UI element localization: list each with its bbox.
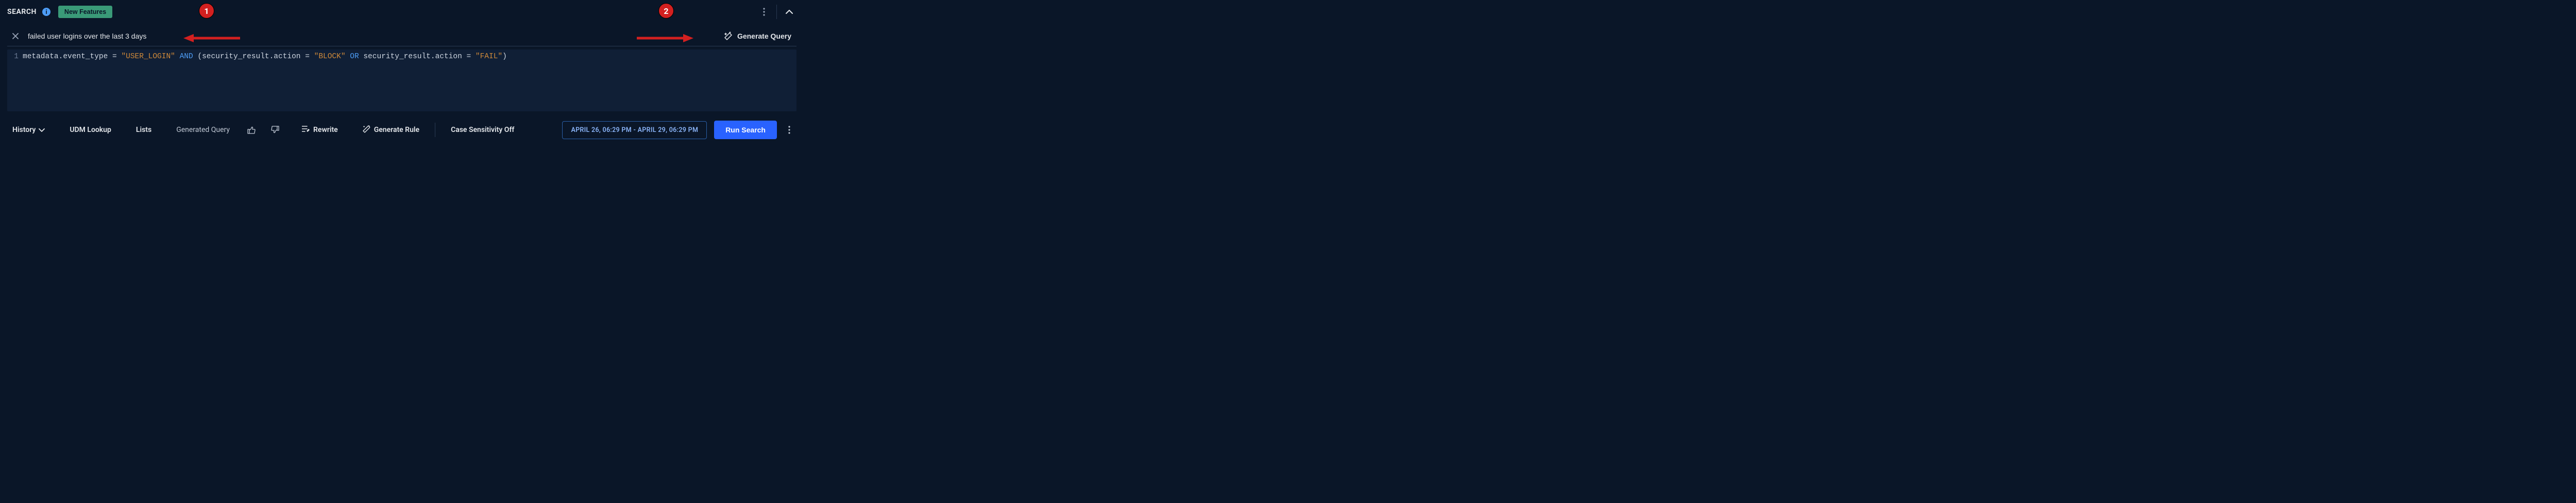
- generate-rule-button[interactable]: Generate Rule: [358, 122, 425, 138]
- collapse-up-icon[interactable]: [782, 5, 796, 19]
- query-editor[interactable]: 1 metadata.event_type = "USER_LOGIN" AND…: [7, 49, 796, 111]
- new-features-button[interactable]: New Features: [58, 6, 112, 18]
- header-row: SEARCH i New Features: [0, 0, 804, 24]
- generate-query-button[interactable]: Generate Query: [719, 28, 796, 44]
- search-panel: SEARCH i New Features Generate Query 1: [0, 0, 804, 150]
- sparkle-wand-icon: [363, 125, 371, 135]
- history-dropdown[interactable]: History: [7, 123, 50, 137]
- natural-language-row: Generate Query: [7, 26, 796, 46]
- run-search-button[interactable]: Run Search: [714, 121, 777, 139]
- svg-text:i: i: [45, 8, 47, 15]
- udm-lookup-button[interactable]: UDM Lookup: [64, 123, 116, 137]
- case-sensitivity-label: Case Sensitivity Off: [451, 126, 514, 134]
- bottom-toolbar: History UDM Lookup Lists Generated Query…: [0, 115, 804, 144]
- line-number: 1: [7, 52, 19, 62]
- close-icon[interactable]: [7, 28, 24, 44]
- chevron-down-icon: [39, 128, 45, 132]
- rewrite-icon: [302, 125, 310, 135]
- case-sensitivity-toggle[interactable]: Case Sensitivity Off: [446, 123, 519, 137]
- panel-title: SEARCH: [7, 8, 37, 16]
- editor-code[interactable]: metadata.event_type = "USER_LOGIN" AND (…: [23, 49, 796, 111]
- generate-query-label: Generate Query: [737, 32, 791, 40]
- rewrite-button[interactable]: Rewrite: [297, 122, 343, 138]
- udm-lookup-label: UDM Lookup: [70, 126, 111, 134]
- lists-button[interactable]: Lists: [131, 123, 157, 137]
- natural-language-input[interactable]: [24, 32, 719, 40]
- thumbs-up-icon[interactable]: [244, 123, 259, 137]
- generate-rule-label: Generate Rule: [374, 126, 419, 134]
- toolbar-more-icon[interactable]: [782, 123, 796, 137]
- history-label: History: [12, 126, 36, 134]
- thumbs-down-icon[interactable]: [268, 123, 282, 137]
- lists-label: Lists: [136, 126, 151, 134]
- info-icon[interactable]: i: [42, 7, 51, 16]
- header-more-icon[interactable]: [757, 5, 771, 19]
- time-range-picker[interactable]: APRIL 26, 06:29 PM - APRIL 29, 06:29 PM: [562, 121, 707, 139]
- editor-gutter: 1: [7, 49, 23, 111]
- sparkle-pencil-icon: [724, 31, 733, 41]
- generated-query-label: Generated Query: [171, 123, 235, 137]
- rewrite-label: Rewrite: [313, 126, 338, 134]
